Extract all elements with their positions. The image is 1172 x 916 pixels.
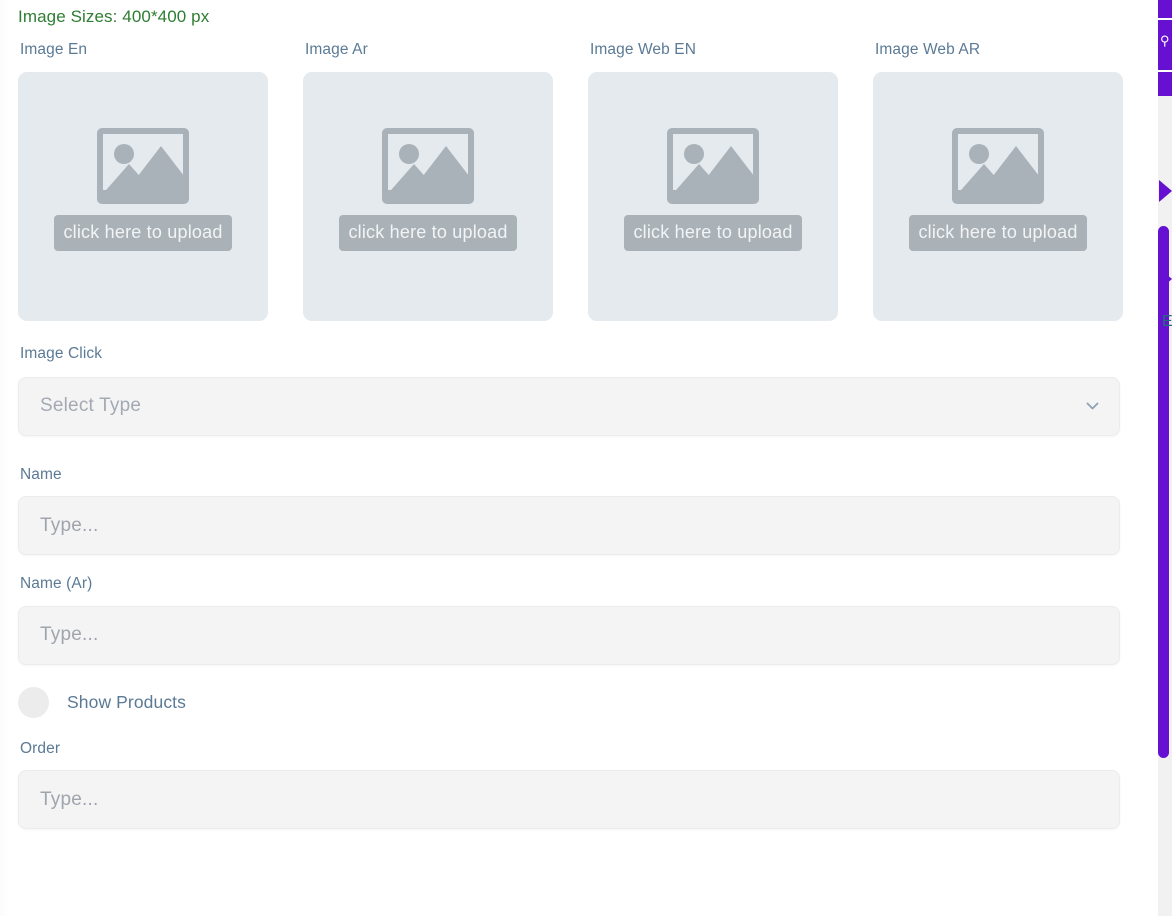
- show-products-label: Show Products: [67, 691, 186, 712]
- rail-arrow-up-icon: [1159, 180, 1172, 202]
- label-name-ar: Name (Ar): [20, 575, 93, 593]
- form-content: Image Sizes: 400*400 px Image En click h…: [18, 0, 1123, 830]
- chevron-down-icon: [1086, 400, 1099, 413]
- rail-segment-top[interactable]: [1158, 0, 1172, 18]
- upload-label-image-en: Image En: [20, 41, 88, 59]
- show-products-toggle[interactable]: [18, 686, 49, 718]
- field-show-products: Show Products: [18, 686, 1122, 718]
- rail-segment-bottom[interactable]: [1158, 72, 1172, 96]
- label-image-click: Image Click: [20, 344, 103, 362]
- right-rail: ⚲ E: [1153, 0, 1172, 916]
- upload-field-image-ar: Image Ar click here to upload: [303, 41, 553, 321]
- image-placeholder-icon: [382, 127, 474, 204]
- field-name: Name Type...: [18, 466, 1122, 556]
- scrollbar-thumb[interactable]: [1158, 226, 1169, 758]
- upload-cta-image-en[interactable]: click here to upload: [54, 214, 232, 251]
- name-ar-input-placeholder: Type...: [40, 624, 99, 646]
- form-panel: Image Sizes: 400*400 px Image En click h…: [0, 0, 1153, 916]
- scrollbar-track[interactable]: [1158, 96, 1172, 916]
- upload-field-image-web-ar: Image Web AR click here to upload: [873, 41, 1123, 321]
- upload-dropzone-image-web-ar[interactable]: click here to upload: [873, 71, 1123, 321]
- upload-cta-image-web-ar[interactable]: click here to upload: [909, 214, 1087, 251]
- label-name: Name: [20, 465, 62, 483]
- search-icon: ⚲: [1160, 33, 1170, 48]
- upload-label-image-web-en: Image Web EN: [590, 41, 697, 59]
- image-placeholder-icon: [952, 127, 1044, 204]
- upload-field-image-web-en: Image Web EN click here to upload: [588, 41, 838, 321]
- image-click-select-value: Select Type: [40, 395, 142, 417]
- upload-label-image-web-ar: Image Web AR: [875, 41, 981, 59]
- name-input-placeholder: Type...: [40, 514, 99, 536]
- upload-dropzone-image-web-en[interactable]: click here to upload: [588, 71, 838, 321]
- rail-arrow-down-icon: [1159, 268, 1172, 290]
- clipped-edge-label: E: [1162, 313, 1172, 330]
- field-name-ar: Name (Ar) Type...: [18, 575, 1122, 665]
- page-root: Image Sizes: 400*400 px Image En click h…: [0, 0, 1172, 916]
- image-upload-row: Image En click here to upload Image Ar c…: [18, 41, 1123, 321]
- upload-dropzone-image-ar[interactable]: click here to upload: [303, 71, 553, 321]
- upload-cta-image-web-en[interactable]: click here to upload: [624, 214, 802, 251]
- upload-cta-image-ar[interactable]: click here to upload: [339, 214, 517, 251]
- image-placeholder-icon: [667, 127, 759, 204]
- image-click-select[interactable]: Select Type: [18, 376, 1120, 436]
- upload-label-image-ar: Image Ar: [305, 41, 368, 59]
- label-order: Order: [20, 739, 61, 757]
- rail-search-segment[interactable]: ⚲: [1158, 20, 1172, 70]
- field-order: Order Type...: [18, 740, 1122, 830]
- image-placeholder-icon: [97, 127, 189, 204]
- order-input[interactable]: Type...: [18, 770, 1120, 830]
- name-input[interactable]: Type...: [18, 496, 1120, 556]
- panel-left-seam: [0, 0, 8, 916]
- upload-dropzone-image-en[interactable]: click here to upload: [18, 71, 268, 321]
- field-image-click: Image Click Select Type: [18, 345, 1122, 436]
- name-ar-input[interactable]: Type...: [18, 605, 1120, 665]
- order-input-placeholder: Type...: [40, 788, 99, 810]
- upload-field-image-en: Image En click here to upload: [18, 41, 268, 321]
- image-sizes-note: Image Sizes: 400*400 px: [18, 7, 210, 26]
